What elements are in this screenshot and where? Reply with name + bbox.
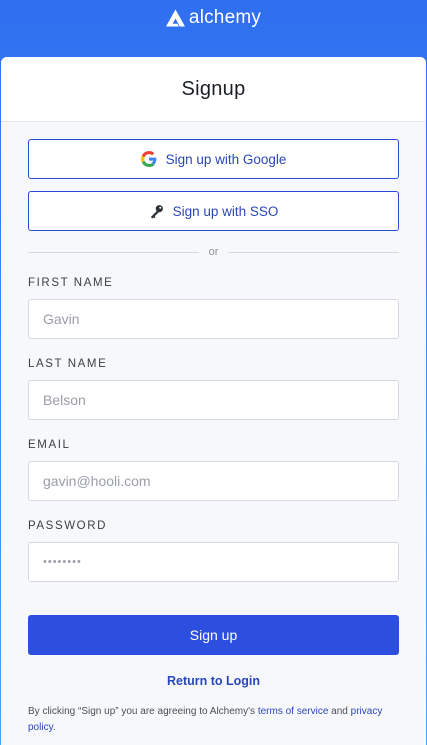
last-name-input[interactable] — [28, 380, 399, 420]
return-to-login-link[interactable]: Return to Login — [1, 674, 426, 688]
page-title: Signup — [181, 77, 246, 100]
email-input[interactable] — [28, 461, 399, 501]
google-signup-button[interactable]: Sign up with Google — [28, 139, 399, 179]
brand: alchemy — [0, 6, 427, 30]
legal-notice: By clicking “Sign up” you are agreeing t… — [28, 704, 403, 736]
legal-middle: and — [328, 706, 351, 717]
password-label: PASSWORD — [28, 520, 108, 532]
sso-signup-button[interactable]: Sign up with SSO — [28, 191, 399, 231]
first-name-input[interactable] — [28, 299, 399, 339]
signup-submit-button[interactable]: Sign up — [28, 615, 399, 655]
alchemy-logo-icon — [165, 9, 185, 27]
last-name-label: LAST NAME — [28, 358, 108, 370]
brand-name: alchemy — [188, 7, 262, 28]
email-label: EMAIL — [28, 439, 71, 451]
divider-line-right — [228, 251, 399, 253]
signup-card: Signup Sign up with Google Sign up with … — [1, 57, 426, 745]
terms-of-service-link[interactable]: terms of service — [258, 706, 329, 717]
legal-prefix: By clicking “Sign up” you are agreeing t… — [28, 706, 258, 717]
card-header: Signup — [1, 57, 426, 122]
divider-line-left — [28, 251, 199, 253]
key-icon — [150, 204, 163, 218]
first-name-label: FIRST NAME — [28, 277, 114, 289]
password-input[interactable] — [28, 542, 399, 582]
legal-suffix: . — [52, 722, 56, 733]
or-divider: or — [28, 245, 399, 259]
sso-signup-label: Sign up with SSO — [172, 203, 279, 219]
divider-text: or — [208, 246, 219, 258]
google-signup-label: Sign up with Google — [165, 151, 287, 167]
google-icon — [140, 151, 156, 167]
